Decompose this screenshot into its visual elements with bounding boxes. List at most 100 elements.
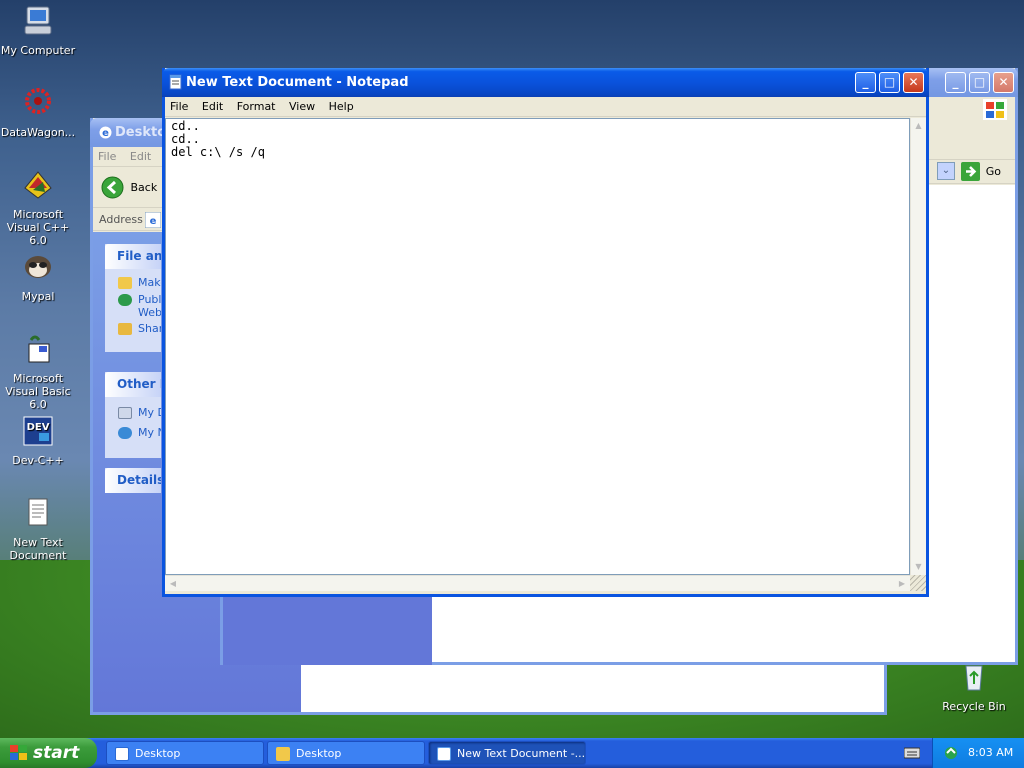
clock[interactable]: 8:03 AM xyxy=(968,738,1013,768)
taskbar-item-label: Desktop xyxy=(296,747,342,760)
place-link[interactable]: My D xyxy=(105,403,161,423)
desktop-icon-new-text-document[interactable]: New Text Document xyxy=(0,496,76,562)
panel-header[interactable]: File and xyxy=(105,244,161,269)
folder-icon xyxy=(118,277,132,289)
window-title: New Text Document - Notepad xyxy=(186,75,409,90)
notepad-text[interactable]: cd.. cd.. del c:\ /s /q xyxy=(171,120,265,159)
system-tray: 8:03 AM xyxy=(932,738,1024,768)
ie-icon xyxy=(115,747,129,761)
notepad-titlebar[interactable]: New Text Document - Notepad _ □ ✕ xyxy=(162,68,929,97)
task-link-label: Make xyxy=(138,276,161,289)
minimize-button[interactable]: _ xyxy=(945,72,966,93)
desktop-icon-visual-basic[interactable]: Microsoft Visual Basic 6.0 xyxy=(0,332,76,411)
menu-view[interactable]: View xyxy=(284,97,320,116)
share-folder-icon xyxy=(118,323,132,335)
back-button[interactable]: Back xyxy=(101,176,157,199)
maximize-button[interactable]: □ xyxy=(879,72,900,93)
desktop-icon-recycle-bin[interactable]: Recycle Bin xyxy=(936,660,1012,713)
menu-file[interactable]: File xyxy=(93,147,121,166)
task-link[interactable]: Publ xyxy=(105,293,161,306)
size-grip-icon[interactable] xyxy=(910,575,926,591)
taskbar-item-desktop-ie[interactable]: Desktop xyxy=(106,741,264,765)
start-label: start xyxy=(33,743,80,763)
network-icon xyxy=(118,427,132,439)
taskbar-item-label: Desktop xyxy=(135,747,181,760)
desktop-icon-visual-cpp[interactable]: Microsoft Visual C++ 6.0 xyxy=(0,168,76,247)
start-button[interactable]: start xyxy=(0,738,97,768)
minimize-button[interactable]: _ xyxy=(855,72,876,93)
horizontal-scrollbar[interactable]: ◀ ▶ xyxy=(165,575,910,591)
menu-help[interactable]: Help xyxy=(324,97,359,116)
desktop-icon-label: Dev-C++ xyxy=(12,454,64,467)
desktop-icon-label: New Text Document xyxy=(9,536,67,562)
desktop-icon-datawagon[interactable]: DataWagon... xyxy=(0,86,76,139)
menu-edit[interactable]: Edit xyxy=(197,97,228,116)
folder-icon xyxy=(276,747,290,761)
scroll-down-arrow-icon[interactable]: ▼ xyxy=(911,559,926,575)
windows-logo-icon xyxy=(10,745,27,760)
desktop-icon-label: My Computer xyxy=(0,44,76,57)
windows-logo-icon xyxy=(983,99,1007,120)
desktop-icon-label: Mypal xyxy=(21,290,55,303)
menu-file[interactable]: File xyxy=(165,97,193,116)
task-link[interactable]: Shar xyxy=(105,319,161,339)
desktop-icon-devcpp[interactable]: DEV Dev-C++ xyxy=(0,414,76,467)
ie-icon: e xyxy=(99,126,112,139)
menu-format[interactable]: Format xyxy=(232,97,281,116)
place-link[interactable]: My N xyxy=(105,423,161,443)
mypal-icon xyxy=(25,256,51,278)
task-link-label: Shar xyxy=(138,322,161,335)
go-label: Go xyxy=(985,164,1001,178)
maximize-button[interactable]: □ xyxy=(969,72,990,93)
text-document-icon xyxy=(28,498,48,526)
ie-icon: e xyxy=(145,212,161,228)
computer-icon xyxy=(24,6,52,35)
task-link-label: Web xyxy=(138,306,161,319)
desktop-icon-mypal[interactable]: Mypal xyxy=(0,250,76,303)
menu-edit[interactable]: Edit xyxy=(125,147,156,166)
desktop-icon-label: Microsoft Visual C++ 6.0 xyxy=(6,208,70,247)
details-panel: Details xyxy=(105,468,161,493)
file-folder-tasks-panel: File and Make Publ Web Shar xyxy=(105,244,161,352)
address-label: Address xyxy=(99,213,143,226)
address-dropdown-button[interactable]: ⌄ xyxy=(937,162,955,180)
go-button[interactable]: Go xyxy=(961,162,1001,182)
notepad-edit-area[interactable]: cd.. cd.. del c:\ /s /q xyxy=(165,118,910,575)
scroll-left-arrow-icon[interactable]: ◀ xyxy=(165,576,181,591)
taskbar-item-notepad[interactable]: New Text Document -... xyxy=(428,741,586,765)
other-places-panel: Other Pl My D My N xyxy=(105,372,161,458)
keyboard-icon[interactable] xyxy=(904,746,920,760)
recycle-bin-icon xyxy=(965,665,983,691)
taskbar-item-desktop-folder[interactable]: Desktop xyxy=(267,741,425,765)
desktop-icon-label: DataWagon... xyxy=(0,126,76,139)
svg-text:e: e xyxy=(102,128,109,139)
globe-icon xyxy=(118,294,132,306)
svg-text:e: e xyxy=(150,216,157,227)
devcpp-icon: DEV xyxy=(23,416,53,446)
desktop-icon-label: Recycle Bin xyxy=(942,700,1006,713)
notepad-window[interactable]: New Text Document - Notepad _ □ ✕ File E… xyxy=(162,68,929,597)
task-link[interactable]: Make xyxy=(105,273,161,293)
network-tray-icon[interactable] xyxy=(943,745,959,761)
visual-basic-icon xyxy=(28,335,50,363)
close-button[interactable]: ✕ xyxy=(903,72,924,93)
notepad-icon xyxy=(169,74,182,90)
panel-header[interactable]: Other Pl xyxy=(105,372,161,397)
scroll-right-arrow-icon[interactable]: ▶ xyxy=(894,576,910,591)
documents-icon xyxy=(118,407,132,419)
svg-text:DEV: DEV xyxy=(27,422,50,433)
taskbar-item-label: New Text Document -... xyxy=(457,747,586,760)
back-arrow-icon xyxy=(101,176,124,199)
notepad-icon xyxy=(437,747,451,761)
taskbar: start Desktop Desktop New Text Document … xyxy=(0,738,1024,768)
scroll-up-arrow-icon[interactable]: ▲ xyxy=(911,118,926,134)
task-link-label: Publ xyxy=(138,293,161,306)
panel-header[interactable]: Details xyxy=(105,468,161,493)
datawagon-icon xyxy=(25,88,51,114)
desktop-icon-my-computer[interactable]: My Computer xyxy=(0,4,76,57)
place-link-label: My N xyxy=(138,426,161,439)
close-button[interactable]: ✕ xyxy=(993,72,1014,93)
task-link-continued[interactable]: Web xyxy=(105,306,161,319)
place-link-label: My D xyxy=(138,406,161,419)
vertical-scrollbar[interactable]: ▲ ▼ xyxy=(910,118,926,575)
